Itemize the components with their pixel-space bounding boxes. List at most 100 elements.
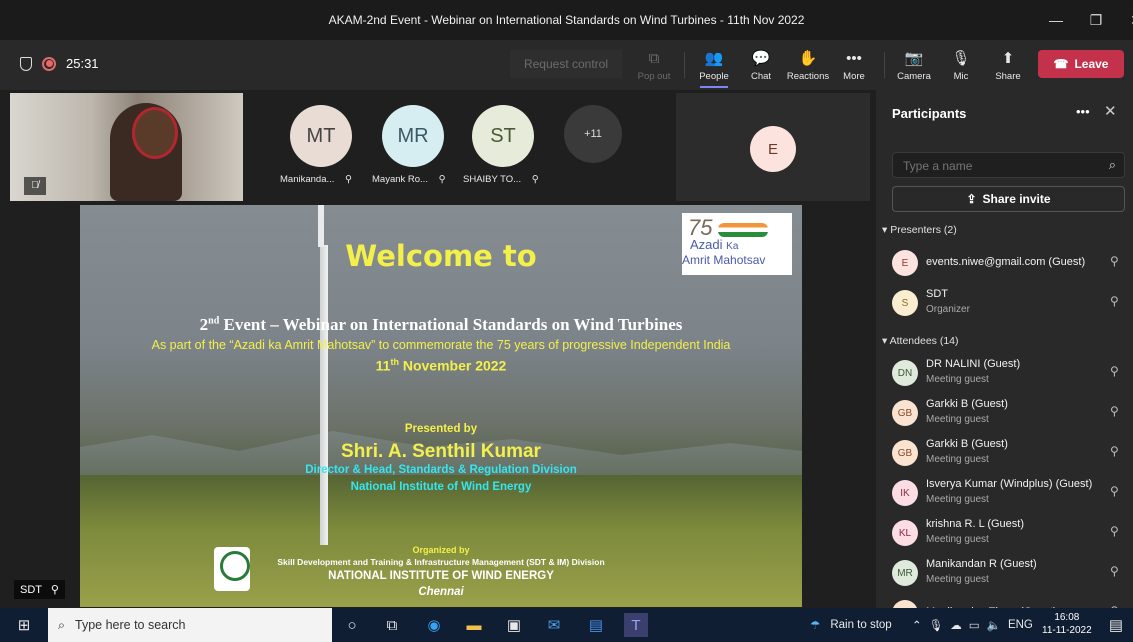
windows-start-icon[interactable]: ⊞	[12, 613, 36, 637]
participant-role: Meeting guest	[926, 574, 989, 585]
avatar: S	[892, 290, 918, 316]
word-icon[interactable]: ▤	[584, 613, 608, 637]
chevron-up-icon[interactable]: ⌃	[912, 618, 922, 632]
taskbar-search-placeholder: Type here to search	[75, 618, 186, 632]
presenter-label-text: SDT	[20, 584, 42, 596]
participant-role: Meeting guest	[926, 414, 989, 425]
participant-row[interactable]: Eevents.niwe@gmail.com (Guest) ⚲	[892, 246, 1133, 286]
participant-search-input[interactable]	[903, 159, 1093, 173]
meeting-info: 25:31	[20, 56, 99, 71]
participant-row[interactable]: IK Isverya Kumar (Windplus) (Guest) Meetin…	[892, 476, 1133, 516]
meeting-timer: 25:31	[66, 56, 99, 71]
participants-panel: Participants ••• ✕ ⌕ ⇪ Share invite ▾ Pr…	[876, 90, 1133, 608]
more-button[interactable]: ••• More	[830, 44, 878, 86]
participant-row[interactable]: GB Garkki B (Guest) Meeting guest ⚲	[892, 396, 1133, 436]
participant-row[interactable]: DN DR NALINI (Guest) Meeting guest ⚲	[892, 356, 1133, 396]
participant-row[interactable]: S SDT Organizer ⚲	[892, 286, 1133, 326]
participant-name-text: Manikanda...	[280, 174, 335, 185]
slide-institute: National Institute of Wind Energy	[350, 481, 532, 493]
shared-slide: 75 Azadi Ka Amrit Mahotsav Welcome to 2n…	[80, 205, 802, 607]
task-view-icon[interactable]: ⧉	[380, 613, 404, 637]
weather-text: Rain to stop	[830, 619, 892, 631]
onedrive-icon[interactable]: ☁	[950, 618, 962, 632]
popout-button[interactable]: ⧉ Pop out	[630, 44, 678, 86]
taskbar-clock[interactable]: 16:08 11-11-2022	[1042, 611, 1092, 637]
participant-row[interactable]: MR Manikandan R (Guest) Meeting guest ⚲	[892, 556, 1133, 596]
participant-name: krishna R. L (Guest)	[926, 518, 1025, 530]
weather-widget[interactable]: ☂ Rain to stop	[810, 608, 892, 642]
participant-role: Organizer	[926, 304, 970, 315]
participant-role: Meeting guest	[926, 454, 989, 465]
participant-search[interactable]: ⌕	[892, 152, 1125, 178]
close-icon[interactable]: ✕	[1114, 12, 1133, 29]
slide-presented-by: Presented by	[404, 423, 478, 435]
participant-video[interactable]: 🎙̸	[10, 93, 243, 201]
chat-label: Chat	[750, 70, 772, 82]
request-control-button[interactable]: Request control	[510, 50, 622, 78]
presenter-label: SDT ⚲	[14, 580, 65, 599]
muted-mic-icon: ⚲	[345, 174, 353, 185]
participant-name: Mayank Ro... ⚲	[372, 174, 446, 185]
store-icon[interactable]: ▣	[502, 613, 526, 637]
active-speaker-tile[interactable]: E	[676, 93, 870, 201]
minimize-icon[interactable]: —	[1034, 12, 1078, 28]
shield-icon	[20, 56, 32, 71]
participant-name: Manikanda... ⚲	[280, 174, 352, 185]
reactions-button[interactable]: ✋ Reactions	[784, 44, 832, 86]
mic-off-icon: 🎙	[951, 49, 971, 67]
people-button[interactable]: 👥 People	[690, 44, 738, 88]
camera-button[interactable]: 📷 Camera	[890, 44, 938, 86]
share-button[interactable]: ⬆ Share	[984, 44, 1032, 86]
edge-icon[interactable]: ◉	[422, 613, 446, 637]
teams-icon[interactable]: T	[624, 613, 648, 637]
attendees-section[interactable]: ▾ Attendees (14)	[882, 335, 959, 347]
flag-icon	[718, 223, 768, 237]
file-explorer-icon[interactable]: ▬	[462, 613, 486, 637]
mic-tray-icon[interactable]: 🎙	[929, 618, 944, 632]
share-label: Share	[995, 70, 1021, 82]
more-icon: •••	[846, 49, 862, 67]
muted-mic-icon: ⚲	[1110, 364, 1119, 378]
presenters-section-label: Presenters (2)	[890, 224, 957, 236]
avatar-initials: MT	[306, 124, 336, 147]
weather-icon: ☂	[810, 620, 821, 632]
participant-name-text: SHAIBY TO...	[463, 174, 522, 185]
chat-button[interactable]: 💬 Chat	[737, 44, 785, 86]
leave-button[interactable]: ☎ Leave	[1038, 50, 1124, 78]
avatar: GB	[892, 440, 918, 466]
participant-name: Garkki B (Guest)	[926, 438, 1008, 450]
volume-icon[interactable]: 🔈	[987, 618, 1001, 632]
panel-title: Participants	[892, 106, 967, 121]
window-controls: — ❐ ✕	[1034, 0, 1133, 40]
more-label: More	[843, 70, 865, 82]
avatar: KL	[892, 520, 918, 546]
participant-row[interactable]: Manikandan Tha... (Guest)⚲	[892, 596, 1133, 608]
slide-role: Director & Head, Standards & Regulation …	[305, 464, 577, 476]
meeting-stage: 🎙̸ MT Manikanda... ⚲ MR Mayank Ro... ⚲ S…	[0, 90, 875, 608]
presenters-section[interactable]: ▾ Presenters (2)	[882, 224, 957, 236]
avatar[interactable]: MT	[290, 105, 352, 167]
notifications-icon[interactable]: ▤	[1104, 613, 1128, 637]
panel-more-icon[interactable]: •••	[1076, 104, 1090, 119]
more-participants-button[interactable]: +11	[564, 105, 622, 163]
mic-button[interactable]: 🎙 Mic	[937, 44, 985, 86]
network-icon[interactable]: ▭	[969, 618, 980, 632]
participant-row[interactable]: KL krishna R. L (Guest) Meeting guest ⚲	[892, 516, 1133, 556]
taskbar-search[interactable]: ⌕ Type here to search	[48, 608, 332, 642]
avatar[interactable]: MR	[382, 105, 444, 167]
language-indicator[interactable]: ENG	[1008, 619, 1033, 631]
mic-label: Mic	[953, 70, 969, 82]
participant-name: events.niwe@gmail.com (Guest)	[926, 256, 1086, 268]
participant-row[interactable]: GB Garkki B (Guest) Meeting guest ⚲	[892, 436, 1133, 476]
toolbar-divider	[684, 52, 685, 78]
cortana-icon[interactable]: ○	[340, 613, 364, 637]
muted-mic-icon: ⚲	[1110, 254, 1119, 268]
slide-date: 11th November 2022	[375, 357, 507, 374]
mail-icon[interactable]: ✉	[542, 613, 566, 637]
share-invite-button[interactable]: ⇪ Share invite	[892, 186, 1125, 212]
avatar[interactable]: ST	[472, 105, 534, 167]
share-invite-icon: ⇪	[966, 192, 977, 206]
maximize-icon[interactable]: ❐	[1074, 12, 1118, 29]
search-icon[interactable]: ⌕	[1109, 157, 1116, 173]
panel-close-icon[interactable]: ✕	[1104, 102, 1117, 120]
